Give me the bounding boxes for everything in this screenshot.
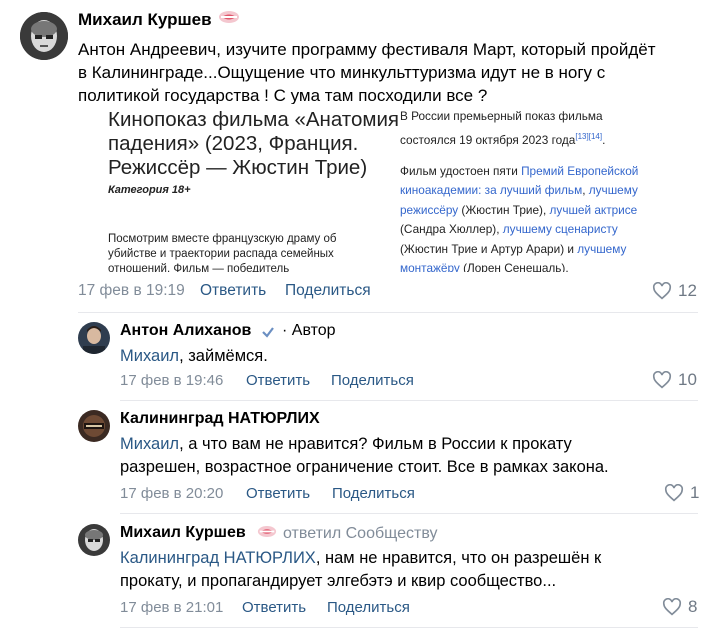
share-button[interactable]: Поделиться <box>332 485 415 502</box>
divider <box>120 513 698 514</box>
author-badge: · Автор <box>282 322 336 339</box>
replied-to-label[interactable]: ответил Сообществу <box>283 525 437 543</box>
reply-button[interactable]: Ответить <box>242 599 306 616</box>
heart-icon <box>664 484 684 502</box>
comment-text: Михаил, займёмся. <box>120 347 268 365</box>
comment-date[interactable]: 17 фев в 20:20 <box>120 485 223 502</box>
heart-icon <box>652 371 672 389</box>
comment-date[interactable]: 17 фев в 21:01 <box>120 599 223 616</box>
like-button[interactable]: 8 <box>662 597 697 617</box>
like-count: 1 <box>690 483 700 502</box>
event-description: Посмотрим вместе французскую драму об уб… <box>108 233 337 272</box>
divider <box>120 400 698 401</box>
wiki-excerpt: В России премьерный показ фильма состоял… <box>400 109 639 272</box>
reply-button[interactable]: Ответить <box>200 282 266 300</box>
comment-author[interactable]: Антон Алиханов <box>120 322 251 340</box>
like-button[interactable]: 12 <box>652 281 697 301</box>
like-count: 12 <box>678 281 697 300</box>
like-button[interactable]: 1 <box>664 483 699 503</box>
like-button[interactable]: 10 <box>652 370 697 390</box>
age-category: Категория 18+ <box>108 184 191 196</box>
share-button[interactable]: Поделиться <box>327 599 410 616</box>
comment-author[interactable]: Михаил Куршев <box>78 10 212 30</box>
mention-link[interactable]: Михаил <box>120 347 179 365</box>
divider <box>120 627 698 628</box>
comment-text: Калининград НАТЮРЛИХ, нам не нравится, ч… <box>120 549 602 590</box>
reply-button[interactable]: Ответить <box>246 372 310 389</box>
like-count: 10 <box>678 370 697 389</box>
comment-author[interactable]: Михаил Куршев <box>120 524 246 542</box>
verified-icon <box>260 324 276 345</box>
like-count: 8 <box>688 597 698 616</box>
avatar[interactable] <box>78 410 110 442</box>
mention-link[interactable]: Калининград НАТЮРЛИХ <box>120 549 316 567</box>
heart-icon <box>662 598 682 616</box>
comment-date[interactable]: 17 фев в 19:19 <box>78 282 185 300</box>
comment-text: Антон Андреевич, изучите программу фести… <box>78 40 656 105</box>
comment-text: Михаил, а что вам не нравится? Фильм в Р… <box>120 435 609 476</box>
divider <box>78 312 698 313</box>
heart-icon <box>652 282 672 300</box>
comment-date[interactable]: 17 фев в 19:46 <box>120 372 223 389</box>
share-button[interactable]: Поделиться <box>285 282 371 300</box>
reply-button[interactable]: Ответить <box>246 485 310 502</box>
heart-eyes-emoji-icon <box>257 525 277 543</box>
avatar[interactable] <box>78 524 110 556</box>
heart-eyes-emoji-icon <box>218 10 240 29</box>
avatar[interactable] <box>78 322 110 354</box>
attachment-image[interactable]: Кинопоказ фильма «Анатомия падения» (202… <box>78 104 678 272</box>
mention-link[interactable]: Михаил <box>120 435 179 453</box>
avatar[interactable] <box>20 12 68 60</box>
event-title: Кинопоказ фильма «Анатомия падения» (202… <box>108 108 400 179</box>
share-button[interactable]: Поделиться <box>331 372 414 389</box>
comment-author[interactable]: Калининград НАТЮРЛИХ <box>120 410 320 428</box>
